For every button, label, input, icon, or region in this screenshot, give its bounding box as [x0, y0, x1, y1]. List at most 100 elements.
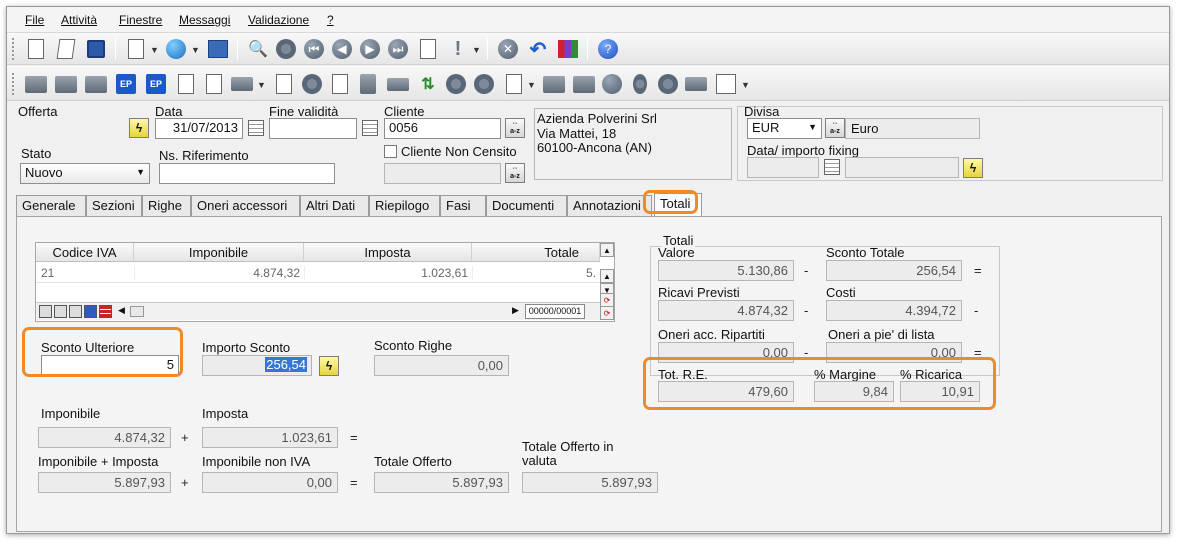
lookup-a-z-icon[interactable]: ⇔ a-z	[505, 118, 525, 138]
exclamation-icon[interactable]: !	[447, 38, 469, 60]
edit-document-icon[interactable]	[55, 38, 77, 60]
ep-edit-icon[interactable]: EP	[145, 73, 167, 95]
chevron-down-icon[interactable]: ▼	[741, 80, 750, 90]
network-icon[interactable]	[601, 73, 623, 95]
column-header[interactable]: Totale	[472, 243, 600, 262]
data-field[interactable]: 31/07/2013	[155, 118, 243, 139]
refresh-icon[interactable]: ⟳	[600, 306, 614, 320]
menu-messaggi[interactable]: Messaggi	[179, 13, 230, 27]
ep-icon[interactable]: EP	[115, 73, 137, 95]
users-icon[interactable]	[557, 38, 579, 60]
previous-record-icon[interactable]: ◀	[331, 38, 353, 60]
menu-file[interactable]: File	[25, 13, 44, 27]
refresh-icon[interactable]: ⟳	[600, 293, 614, 307]
menu-finestre[interactable]: Finestre	[119, 13, 162, 27]
toolbar-grip[interactable]	[12, 73, 16, 95]
lookup-a-z-icon[interactable]: ⇔ a-z	[505, 163, 525, 183]
printer-icon[interactable]	[231, 73, 253, 95]
lightning-icon[interactable]: ϟ	[319, 356, 339, 376]
tab-annotazioni[interactable]: Annotazioni	[567, 195, 652, 216]
horizontal-scroll-thumb[interactable]	[130, 306, 144, 317]
new-document-icon[interactable]	[25, 38, 47, 60]
binoculars-icon[interactable]	[275, 38, 297, 60]
scroll-up-icon[interactable]: ▲	[600, 269, 614, 283]
sconto-ulteriore-highlight	[22, 327, 183, 377]
table-row[interactable]: 21 4.874,32 1.023,61 5.	[36, 262, 600, 283]
wrench-icon[interactable]	[473, 73, 495, 95]
chevron-down-icon[interactable]: ▼	[191, 45, 200, 55]
fine-validita-field[interactable]	[269, 118, 357, 139]
chevron-down-icon[interactable]: ▼	[527, 80, 536, 90]
delete-row-icon[interactable]	[54, 305, 67, 318]
scroll-left-icon[interactable]: ◀	[118, 305, 125, 316]
open-folder-icon[interactable]	[55, 73, 77, 95]
tab-altri-dati[interactable]: Altri Dati	[300, 195, 369, 216]
tab-fasi[interactable]: Fasi	[440, 195, 486, 216]
save-icon[interactable]	[85, 38, 107, 60]
toolbar-grip[interactable]	[12, 38, 16, 60]
menu-validazione[interactable]: Validazione	[248, 13, 309, 27]
copy-icon[interactable]	[273, 73, 295, 95]
list-document-icon[interactable]	[329, 73, 351, 95]
wrench-icon[interactable]	[301, 73, 323, 95]
list-icon[interactable]	[99, 305, 112, 318]
book-icon[interactable]	[357, 73, 379, 95]
tab-riepilogo[interactable]: Riepilogo	[369, 195, 440, 216]
non-censito-checkbox[interactable]	[384, 145, 397, 158]
open-folder-icon[interactable]	[85, 73, 107, 95]
gears-icon[interactable]	[657, 73, 679, 95]
settings-window-icon[interactable]	[207, 38, 229, 60]
calendar-icon[interactable]	[362, 120, 378, 136]
scroll-up-icon[interactable]: ▲	[600, 243, 614, 257]
chevron-down-icon[interactable]: ▼	[257, 80, 266, 90]
transfer-icon[interactable]: ⇅	[417, 73, 439, 95]
stato-select[interactable]: Nuovo ▼	[20, 163, 150, 184]
tab-documenti[interactable]: Documenti	[486, 195, 567, 216]
next-record-icon[interactable]: ▶	[359, 38, 381, 60]
truck-icon[interactable]	[685, 73, 707, 95]
menu-attivita[interactable]: Attività	[61, 13, 97, 27]
column-header[interactable]: Imponibile	[134, 243, 304, 262]
tab-generale[interactable]: Generale	[16, 195, 86, 216]
column-header[interactable]: Imposta	[304, 243, 472, 262]
calendar-icon[interactable]	[824, 159, 840, 175]
lightning-icon[interactable]: ϟ	[129, 118, 149, 138]
open-folder-icon[interactable]	[25, 73, 47, 95]
delete-mail-icon[interactable]: ✕	[497, 38, 519, 60]
lightning-icon[interactable]: ϟ	[963, 158, 983, 178]
gears-icon[interactable]	[445, 73, 467, 95]
money-icon[interactable]	[387, 73, 409, 95]
add-row-icon[interactable]	[39, 305, 52, 318]
lookup-a-z-icon[interactable]: ⇔ a-z	[825, 118, 845, 138]
tab-sezioni[interactable]: Sezioni	[86, 195, 142, 216]
chevron-down-icon[interactable]: ▼	[150, 45, 159, 55]
last-record-icon[interactable]: ⏭	[387, 38, 409, 60]
cliente-field[interactable]: 0056	[384, 118, 501, 139]
chevron-down-icon[interactable]: ▼	[472, 45, 481, 55]
copy-record-icon[interactable]	[417, 38, 439, 60]
riferimento-field[interactable]	[159, 163, 335, 184]
document-tools-icon[interactable]	[175, 73, 197, 95]
scroll-right-icon[interactable]: ▶	[512, 305, 519, 316]
calendar-icon[interactable]	[248, 120, 264, 136]
copy-row-icon[interactable]	[69, 305, 82, 318]
help-icon[interactable]: ?	[597, 38, 619, 60]
search-icon[interactable]: 🔍	[247, 38, 269, 60]
export-icon[interactable]	[125, 38, 147, 60]
factory-settings-icon[interactable]	[573, 73, 595, 95]
document-delete-icon[interactable]	[203, 73, 225, 95]
factory-icon[interactable]	[543, 73, 565, 95]
window-list-icon[interactable]	[715, 73, 737, 95]
divisa-select[interactable]: EUR ▼	[747, 118, 822, 139]
undo-icon[interactable]: ↶	[527, 38, 549, 61]
menu-help[interactable]: ?	[327, 13, 334, 27]
tab-righe[interactable]: Righe	[142, 195, 191, 216]
export-row-icon[interactable]	[84, 305, 97, 318]
column-header[interactable]: Codice IVA	[36, 243, 134, 262]
hook-icon[interactable]	[629, 73, 651, 95]
globe-icon[interactable]	[165, 38, 187, 60]
importo-sconto-field[interactable]: 256,54	[202, 355, 312, 376]
table-settings-icon[interactable]	[503, 73, 525, 95]
tab-oneri-accessori[interactable]: Oneri accessori	[191, 195, 300, 216]
first-record-icon[interactable]: ⏮	[303, 38, 325, 60]
